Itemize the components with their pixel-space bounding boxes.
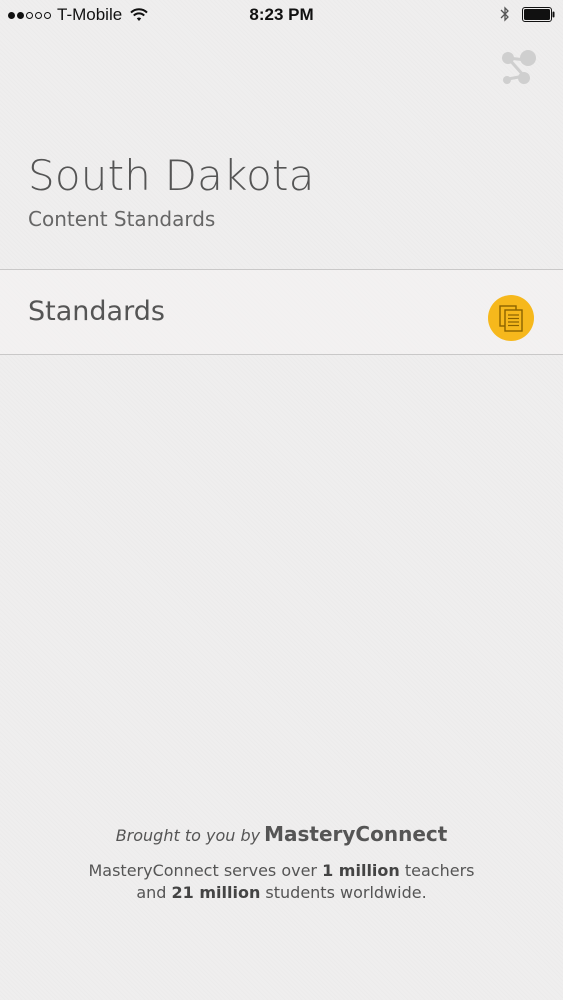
bluetooth-icon [500,6,509,22]
brand-name: MasteryConnect [264,822,448,846]
status-bar: T-Mobile 8:23 PM [0,0,563,30]
footer: Brought to you by MasteryConnect MasteryC… [0,822,563,904]
standards-list-item[interactable]: Standards [0,269,563,355]
page-subtitle: Content Standards [28,207,216,231]
tagline: MasteryConnect serves over 1 million tea… [0,860,563,904]
title-block: South Dakota Content Standards [28,150,315,234]
status-time: 8:23 PM [249,5,314,24]
tagline-part4: students worldwide. [260,883,427,902]
brought-to-you-line: Brought to you by MasteryConnect [0,822,563,846]
brought-prefix: Brought to you by [115,826,261,845]
tagline-part3: and [136,883,172,902]
documents-icon [488,295,534,341]
battery-icon [522,6,555,22]
page-title: South Dakota [28,151,315,200]
status-right [500,6,555,22]
tagline-part1: MasteryConnect serves over [88,861,323,880]
tagline-bold2: 21 million [171,883,261,902]
share-button[interactable] [498,48,538,88]
tagline-bold1: 1 million [322,861,400,880]
standards-label: Standards [28,296,165,327]
tagline-part2: teachers [399,861,475,880]
share-icon [502,50,536,84]
